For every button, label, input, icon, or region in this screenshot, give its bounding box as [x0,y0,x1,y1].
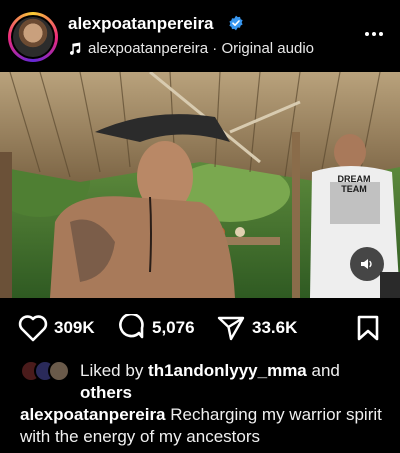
comments-count: 5,076 [152,318,195,337]
liker-avatar [48,360,70,382]
audio-owner: alexpoatanpereira [88,40,209,57]
likes-count: 309K [54,318,95,337]
audio-label: Original audio [221,40,314,57]
speaker-icon [361,259,372,269]
audio-separator: · [208,40,222,57]
post-header: alexpoatanpereira alexpoatanpereira · Or… [0,0,400,72]
shares-count: 33.6K [252,318,298,337]
liked-by-middle: and [306,361,340,380]
caption-username[interactable]: alexpoatanpereira [20,405,166,424]
liked-by-section: Liked by th1andonlyyy_mma and others [20,358,390,402]
liked-by-text: Liked by th1andonlyyy_mma and others [80,360,380,404]
liker-avatars[interactable] [20,360,76,382]
like-button[interactable]: 309K [18,314,95,342]
comment-icon [119,314,144,339]
post-video[interactable]: DREAM TEAM [0,72,400,298]
music-note-icon [69,41,81,55]
comment-button[interactable]: 5,076 [118,314,195,342]
action-bar: 309K 5,076 33.6K [0,298,400,356]
profile-avatar[interactable] [8,12,58,62]
share-button[interactable]: 33.6K [216,314,297,342]
liked-by-prefix: Liked by [80,361,149,380]
avatar-image [13,17,53,57]
audio-toggle-button[interactable] [350,247,384,281]
liked-by-others[interactable]: others [80,383,132,402]
save-button[interactable] [356,314,380,347]
verified-badge-icon [229,15,243,31]
post-username[interactable]: alexpoatanpereira [68,14,214,34]
shirt-text-line2: TEAM [341,184,367,194]
send-icon [217,316,245,341]
more-options-icon[interactable] [360,24,388,44]
shirt-text-line1: DREAM [338,174,371,184]
liked-by-user[interactable]: th1andonlyyy_mma [148,361,307,380]
audio-attribution[interactable]: alexpoatanpereira · Original audio [68,40,314,57]
post-caption: alexpoatanpereira Recharging my warrior … [20,404,390,448]
bookmark-icon [357,315,379,341]
heart-icon [18,315,48,342]
video-frame: DREAM TEAM [0,72,400,298]
